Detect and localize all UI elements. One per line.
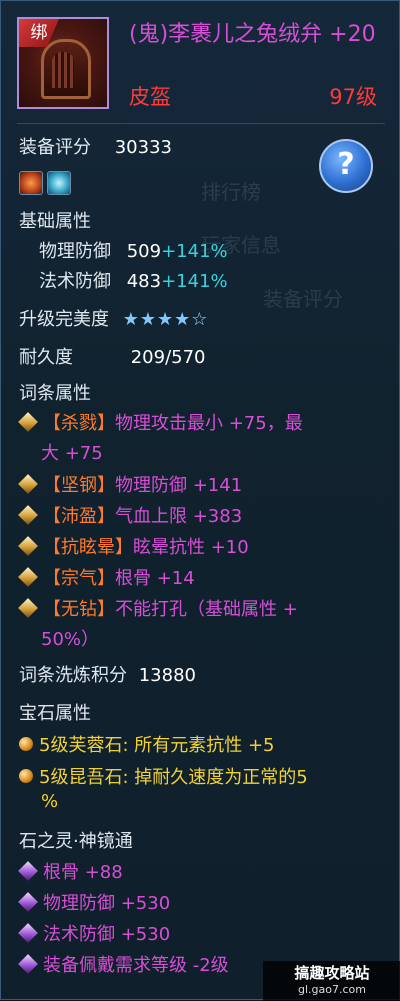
gem-slot-icon[interactable] <box>47 171 71 195</box>
affix-row: 【杀戮】物理攻击最小 +75，最 <box>18 409 303 435</box>
site-watermark: 搞趣攻略站 gl.gao7.com <box>263 961 400 1001</box>
score-row: 装备评分 30333 <box>19 133 172 159</box>
stat-bonus: +141% <box>161 241 228 262</box>
gem-slot-icon[interactable] <box>19 171 43 195</box>
affix-text: 根骨 +14 <box>115 568 195 589</box>
score-label: 装备评分 <box>19 137 91 158</box>
stat-value: 483 <box>126 271 162 292</box>
spirit-diamond-icon <box>18 892 38 912</box>
refine-value: 13880 <box>138 665 196 686</box>
refine-label: 词条洗炼积分 <box>19 665 127 686</box>
gem-text: 5级芙蓉石: 所有元素抗性 +5 <box>39 735 275 756</box>
affix-continuation: 50%） <box>41 629 100 650</box>
star-rating-icon: ★★★★☆ <box>123 309 209 330</box>
gem-orb-icon <box>19 769 33 783</box>
perfection-label: 升级完美度 <box>19 309 109 330</box>
affix-diamond-icon <box>18 536 38 556</box>
item-icon[interactable]: 绑 <box>17 17 109 109</box>
affix-text: 眩晕抗性 +10 <box>133 537 249 558</box>
refine-row: 词条洗炼积分 13880 <box>19 661 196 687</box>
gem-title: 宝石属性 <box>19 703 91 724</box>
affix-tag: 【抗眩晕】 <box>43 537 133 558</box>
spirit-row: 法术防御 +530 <box>18 920 171 946</box>
affix-text: 不能打孔（基础属性 + <box>115 599 298 620</box>
affix-diamond-icon <box>18 598 38 618</box>
affix-title: 词条属性 <box>19 383 91 404</box>
stat-bonus: +141% <box>161 271 228 292</box>
affix-text: 物理攻击最小 +75，最 <box>115 413 303 434</box>
item-level: 97级 <box>329 85 377 109</box>
durability-row: 耐久度 209/570 <box>19 343 206 369</box>
spirit-text: 装备佩戴需求等级 -2级 <box>43 955 229 976</box>
durability-value: 209/570 <box>130 347 206 368</box>
item-tooltip-panel: 排行榜 玩家信息 装备评分 绑 (鬼)李裹儿之兔绒弁 +20 皮盔 97级 装备… <box>0 0 400 1001</box>
gem-text: 5级昆吾石: 掉耐久速度为正常的5 <box>39 767 308 788</box>
gem-row: 5级芙蓉石: 所有元素抗性 +5 <box>19 731 275 757</box>
spirit-diamond-icon <box>18 861 38 881</box>
affix-tag: 【沛盈】 <box>43 506 115 527</box>
affix-diamond-icon <box>18 474 38 494</box>
stat-label: 法术防御 <box>39 271 111 292</box>
durability-label: 耐久度 <box>19 347 73 368</box>
base-stat-row: 法术防御 483+141% <box>39 267 228 293</box>
spirit-row: 根骨 +88 <box>18 858 123 884</box>
spirit-text: 法术防御 +530 <box>43 924 171 945</box>
affix-row: 【宗气】根骨 +14 <box>18 564 195 590</box>
watermark-title: 搞趣攻略站 <box>294 964 370 982</box>
spirit-text: 物理防御 +530 <box>43 893 171 914</box>
divider <box>17 123 385 124</box>
help-button[interactable]: ? <box>319 139 373 193</box>
affix-row: 【沛盈】气血上限 +383 <box>18 502 243 528</box>
stat-value: 509 <box>126 241 162 262</box>
affix-diamond-icon <box>18 412 38 432</box>
watermark-url: gl.gao7.com <box>298 983 366 996</box>
item-category: 皮盔 <box>129 85 171 109</box>
base-title: 基础属性 <box>19 211 91 232</box>
affix-row: 【坚钢】物理防御 +141 <box>18 471 243 497</box>
base-stat-row: 物理防御 509+141% <box>39 237 228 263</box>
spirit-title: 石之灵·神镜通 <box>19 831 133 852</box>
spirit-diamond-icon <box>18 954 38 974</box>
item-name: (鬼)李裹儿之兔绒弁 +20 <box>129 22 376 47</box>
affix-diamond-icon <box>18 505 38 525</box>
gem-continuation: % <box>41 791 59 812</box>
spirit-diamond-icon <box>18 923 38 943</box>
affix-tag: 【宗气】 <box>43 568 115 589</box>
affix-tag: 【坚钢】 <box>43 475 115 496</box>
affix-row: 【无钻】不能打孔（基础属性 + <box>18 595 298 621</box>
affix-tag: 【杀戮】 <box>43 413 115 434</box>
background-ghost-text: 排行榜 <box>201 180 261 204</box>
affix-text: 物理防御 +141 <box>115 475 243 496</box>
affix-text: 气血上限 +383 <box>115 506 243 527</box>
affix-diamond-icon <box>18 567 38 587</box>
affix-row: 【抗眩晕】眩晕抗性 +10 <box>18 533 249 559</box>
stars-full: ★★★★ <box>122 309 192 330</box>
perfection-row: 升级完美度 ★★★★☆ <box>19 305 208 331</box>
stat-label: 物理防御 <box>39 241 111 262</box>
gem-orb-icon <box>19 737 33 751</box>
affix-tag: 【无钻】 <box>43 599 115 620</box>
star-empty: ☆ <box>191 309 209 330</box>
helmet-image <box>41 39 91 99</box>
spirit-row: 物理防御 +530 <box>18 889 171 915</box>
score-value: 30333 <box>114 137 172 158</box>
affix-continuation: 大 +75 <box>41 443 103 464</box>
background-ghost-text: 装备评分 <box>263 287 343 311</box>
gem-row: 5级昆吾石: 掉耐久速度为正常的5 <box>19 763 308 789</box>
spirit-row: 装备佩戴需求等级 -2级 <box>18 951 229 977</box>
spirit-text: 根骨 +88 <box>43 862 123 883</box>
